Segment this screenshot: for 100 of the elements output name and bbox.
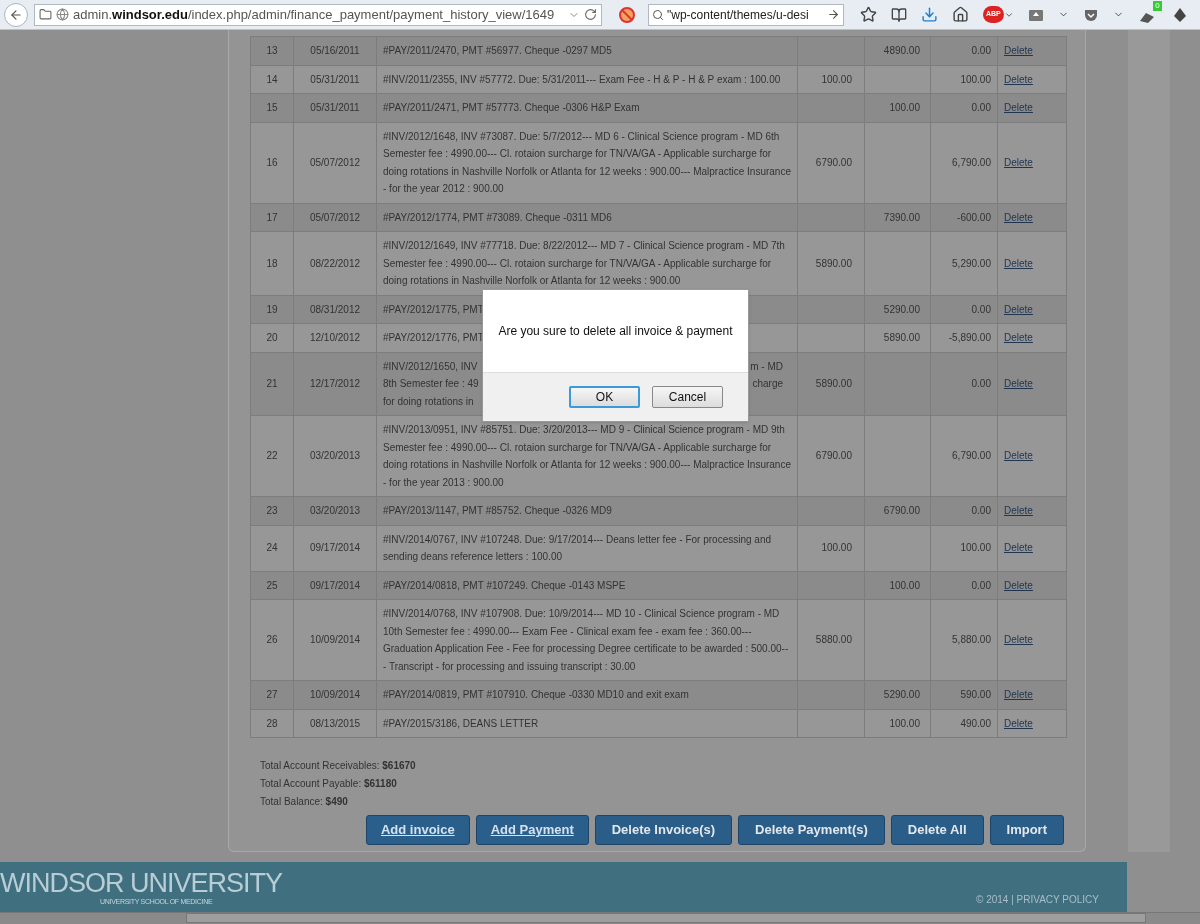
balance-amount: 100.00: [960, 73, 991, 85]
row-number: 18: [266, 257, 278, 269]
back-button[interactable]: [4, 2, 28, 27]
row-number: 24: [266, 542, 278, 554]
description-text: #INV/2012/1648, INV #73087. Due: 5/7/2012--- MD 6 - Clinical Science program - MD 6th Semester fee : 4990.00--- Cl. rotaion surcharge for TN/VA/GA - Applicable surcharge for doing rotations in Nashville Norfolk or Atlanta for 12 weeks : 900.00--- Malpractice Insurance - for the year 2012 : 900.00: [383, 130, 791, 194]
row-number: 15: [266, 102, 278, 113]
debit-amount: 6790.00: [815, 156, 852, 168]
delete-link[interactable]: Delete: [1004, 102, 1033, 113]
description-text: #PAY/2015/3186, DEANS LETTER: [383, 717, 539, 729]
description-text: #INV/2013/0951, INV #85751. Due: 3/20/2013--- MD 9 - Clinical Science program - MD 9th Semester fee : 4990.00--- Cl. rotaion surcharge for TN/VA/GA - Applicable surcharge for doing rotations in Nashville Norfolk or Atlanta for 12 weeks : 900.00--- Malpractice Insurance - for the year 2013 : 900.00: [383, 424, 791, 488]
delete-link[interactable]: Delete: [1004, 579, 1033, 591]
row-number: 17: [266, 211, 278, 223]
date-text: 05/16/2011: [310, 45, 360, 56]
delete-link[interactable]: Delete: [1004, 634, 1033, 646]
description-text: charge: [752, 377, 783, 391]
date-text: 05/07/2012: [309, 156, 361, 168]
debit-amount: 100.00: [821, 73, 852, 85]
url-text: admin.windsor.edu/index.php/admin/finance_payment/payment_history_view/1649: [73, 5, 556, 24]
description-text: #PAY/2012/1774, PMT #73089. Cheque -0311 MD6: [383, 211, 612, 223]
credit-amount: 100.00: [889, 579, 920, 591]
reload-icon: [584, 8, 597, 21]
date-text: 05/31/2011: [310, 102, 360, 113]
action-button[interactable]: Import: [989, 815, 1064, 845]
credit-amount: 5290.00: [883, 689, 920, 700]
description-text: #INV/2011/2355, INV #57772. Due: 5/31/2011--- Exam Fee - H & P - H & P exam : 100.00: [383, 73, 781, 85]
delete-link[interactable]: Delete: [1004, 211, 1033, 223]
credit-amount: 5290.00: [883, 303, 920, 315]
url-field[interactable]: admin.windsor.edu/index.php/admin/finance_payment/payment_history_view/1649: [34, 3, 602, 26]
balance-amount: -5,890.00: [948, 332, 991, 343]
balance-amount: 100.00: [960, 542, 991, 554]
balance-amount: -600.00: [957, 211, 991, 223]
row-number: 19: [266, 303, 278, 315]
delete-link[interactable]: Delete: [1004, 73, 1033, 85]
row-number: 22: [266, 450, 278, 462]
delete-link[interactable]: Delete: [1004, 450, 1033, 462]
total-text: Total Balance: $490: [260, 795, 349, 809]
description-text: #PAY/2014/0819, PMT #107910. Cheque -0330 MD10 and exit exam: [383, 689, 689, 700]
row-number: 28: [266, 717, 278, 729]
description-text: #PAY/2012/1776, PMT: [383, 331, 484, 345]
balance-amount: 490.00: [960, 717, 991, 729]
row-number: 23: [266, 505, 278, 516]
credit-amount: 4890.00: [883, 45, 920, 56]
delete-link[interactable]: Delete: [1004, 257, 1033, 269]
action-button[interactable]: Delete Payment(s): [738, 815, 885, 845]
date-text: 08/13/2015: [309, 717, 361, 729]
description-text: #PAY/2011/2471, PMT #57773. Cheque -0306 H&P Exam: [383, 102, 640, 113]
debit-amount: 6790.00: [815, 450, 852, 462]
row-number: 14: [266, 73, 278, 85]
debit-amount: 5880.00: [815, 634, 852, 646]
balance-amount: 590.00: [960, 689, 991, 700]
bookmark-icon: [860, 6, 877, 23]
description-text: #PAY/2012/1775, PMT: [383, 302, 484, 317]
action-button[interactable]: Delete Invoice(s): [594, 815, 733, 845]
delete-link[interactable]: Delete: [1004, 45, 1033, 56]
description-text: #PAY/2013/1147, PMT #85752. Cheque -0326 MD9: [383, 505, 612, 516]
globe-icon: [56, 8, 69, 21]
link-button[interactable]: Add Payment: [475, 815, 589, 845]
description-text: #INV/2012/1650, INV: [383, 359, 479, 374]
action-button[interactable]: Delete All: [890, 815, 984, 845]
dialog-button[interactable]: Cancel: [652, 386, 723, 408]
balance-amount: 0.00: [971, 579, 991, 591]
credit-amount: 7390.00: [883, 211, 920, 223]
delete-link[interactable]: Delete: [1004, 505, 1033, 516]
date-text: 10/09/2014: [309, 634, 361, 646]
date-text: 05/31/2011: [310, 73, 360, 85]
row-number: 27: [266, 689, 278, 700]
credit-amount: 5890.00: [883, 332, 920, 343]
balance-amount: 0.00: [971, 378, 991, 389]
credit-amount: 100.00: [889, 102, 920, 113]
search-field[interactable]: "wp-content/themes/u-desi: [648, 3, 844, 26]
balance-amount: 6,790.00: [952, 450, 991, 462]
dialog-button[interactable]: OK: [569, 386, 640, 408]
row-number: 25: [266, 579, 278, 591]
delete-link[interactable]: Delete: [1004, 303, 1033, 315]
date-text: 09/17/2014: [309, 542, 361, 554]
total-text: Total Account Payable: $61180: [260, 777, 398, 791]
delete-link[interactable]: Delete: [1004, 332, 1033, 343]
row-number: 26: [266, 634, 278, 646]
description-text: 8th Semester fee : 49: [383, 377, 479, 391]
date-text: 09/17/2014: [309, 579, 361, 591]
balance-amount: 5,880.00: [952, 634, 991, 646]
date-text: 08/31/2012: [309, 303, 361, 315]
delete-link[interactable]: Delete: [1004, 717, 1033, 729]
balance-amount: 0.00: [971, 102, 991, 113]
description-text: #INV/2014/0767, INV #107248. Due: 9/17/2014--- Deans letter fee - For processing and sending deans reference letters : 100.00: [383, 533, 771, 562]
date-text: 03/20/2013: [309, 450, 361, 462]
description-text: #INV/2014/0768, INV #107908. Due: 10/9/2014--- MD 10 - Clinical Science program - MD 10th Semester fee : 4990.00--- Exam Fee - Clinical exam fee - exam fee : 360.00--- Graduation Application Fee - Fee for processing Degree certificate to be awarded : 500.00--- Transcript - for processing and issuing transcript : 30.00: [383, 608, 789, 672]
row-number: 20: [266, 332, 278, 343]
date-text: 03/20/2013: [309, 505, 361, 516]
date-text: 05/07/2012: [309, 211, 361, 223]
delete-link[interactable]: Delete: [1004, 542, 1033, 554]
credit-amount: 100.00: [889, 717, 920, 729]
reading-list-icon: [891, 6, 907, 23]
delete-link[interactable]: Delete: [1004, 378, 1033, 389]
blocked-icon: [619, 6, 635, 23]
total-text: Total Account Receivables: $61670: [260, 759, 417, 773]
delete-link[interactable]: Delete: [1004, 689, 1033, 700]
delete-link[interactable]: Delete: [1004, 156, 1033, 168]
link-button[interactable]: Add invoice: [365, 815, 470, 845]
extension-icon: [1171, 6, 1188, 23]
